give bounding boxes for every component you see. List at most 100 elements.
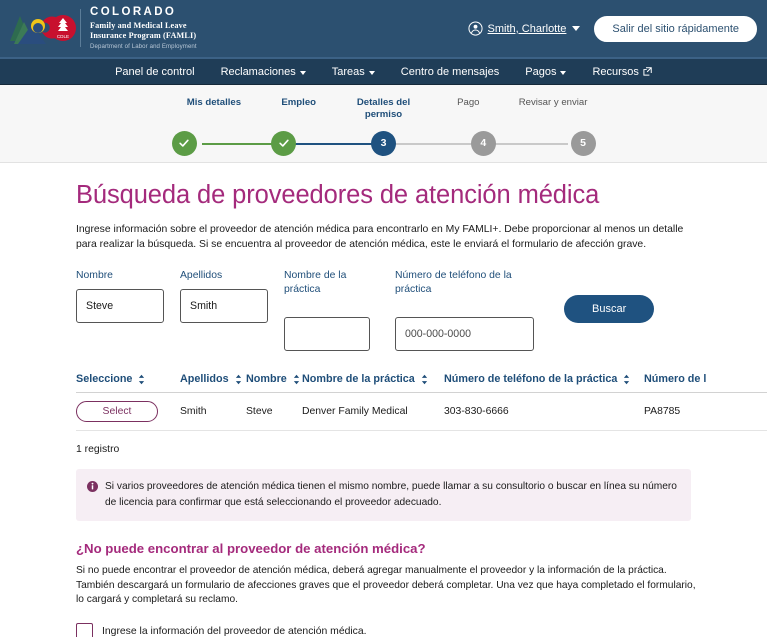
practice-phone-input[interactable] xyxy=(395,317,534,352)
select-provider-button[interactable]: Select xyxy=(76,401,158,423)
page-title: Búsqueda de proveedores de atención médi… xyxy=(76,181,600,209)
user-name-label: Smith, Charlotte xyxy=(487,22,567,35)
main-content: Búsqueda de proveedores de atención médi… xyxy=(0,163,767,637)
cell-practice-name: Denver Family Medical xyxy=(302,392,444,432)
column-label: Nombre xyxy=(246,373,287,386)
nav-item-label: Recursos xyxy=(592,65,639,78)
brand-state-label: COLORADO xyxy=(90,6,177,19)
column-header-practice-phone[interactable]: Número de teléfono de la práctica xyxy=(444,373,644,394)
stepper-dots: 3 4 5 xyxy=(171,130,596,156)
cell-license-number: PA8785 xyxy=(644,392,767,432)
colorado-cdle-logo-icon: CDLE xyxy=(10,15,76,45)
nav-item-message-center[interactable]: Centro de mensajes xyxy=(388,59,512,84)
sort-icon xyxy=(421,374,427,384)
check-icon xyxy=(179,139,189,148)
check-icon xyxy=(279,139,289,148)
header-right: Smith, Charlotte Salir del sitio rápidam… xyxy=(467,15,757,42)
nav-item-label: Tareas xyxy=(331,65,365,78)
table-head: Seleccione Apellidos Nombre Nombre de la… xyxy=(76,373,767,394)
column-label: Nombre de la práctica xyxy=(302,373,415,386)
stepper-dot-3[interactable]: 3 xyxy=(371,130,396,156)
user-menu[interactable]: Smith, Charlotte xyxy=(467,21,581,36)
stepper-dot-1[interactable] xyxy=(171,130,197,156)
stepper-dot-5[interactable]: 5 xyxy=(570,130,596,156)
provider-results-table: Seleccione Apellidos Nombre Nombre de la… xyxy=(76,373,767,432)
practice-phone-label: Número de teléfono de la práctica xyxy=(395,270,512,296)
last-name-input[interactable] xyxy=(180,289,268,324)
column-header-last-name[interactable]: Apellidos xyxy=(180,373,246,394)
first-name-label: Nombre xyxy=(76,270,113,282)
sort-icon xyxy=(624,374,630,384)
brand-divider xyxy=(80,9,81,48)
column-header-license-number[interactable]: Número de l xyxy=(644,373,767,394)
info-alert: Si varios proveedores de atención médica… xyxy=(76,469,691,521)
quick-exit-button[interactable]: Salir del sitio rápidamente xyxy=(594,15,757,42)
nav-item-label: Pagos xyxy=(525,65,557,78)
stepper-label-employment: Empleo xyxy=(281,97,317,108)
practice-phone-field-group: Número de teléfono de la práctica xyxy=(395,269,534,352)
manual-entry-checkbox-row[interactable]: Ingrese la información del proveedor de … xyxy=(76,623,767,637)
intro-paragraph: Ingrese información sobre el proveedor d… xyxy=(76,224,684,251)
nav-item-payments[interactable]: Pagos xyxy=(512,59,579,84)
chevron-down-icon xyxy=(572,26,581,31)
stepper-dot-2[interactable] xyxy=(271,130,297,156)
stepper-label-leave-details: Detalles del permiso xyxy=(356,97,411,120)
brand-program-label: Family and Medical Leave Insurance Progr… xyxy=(90,20,197,40)
practice-name-field-group: Nombre de la práctica xyxy=(284,269,379,352)
nav-item-resources[interactable]: Recursos xyxy=(579,59,664,84)
progress-stepper: Mis detalles Empleo Detalles del permiso… xyxy=(0,85,767,163)
column-label: Número de teléfono de la práctica xyxy=(444,373,618,386)
cell-first-name: Steve xyxy=(246,392,302,432)
first-name-input[interactable] xyxy=(76,289,164,324)
svg-text:CDLE: CDLE xyxy=(57,34,69,39)
table-row: Select Smith Steve Denver Family Medical… xyxy=(76,392,767,432)
table-body: Select Smith Steve Denver Family Medical… xyxy=(76,392,767,432)
stepper-labels: Mis detalles Empleo Detalles del permiso… xyxy=(172,97,596,121)
site-header: CDLE COLORADO Family and Medical Leave I… xyxy=(0,0,767,57)
practice-name-input[interactable] xyxy=(284,317,370,352)
sort-icon xyxy=(293,374,299,384)
nav-item-label: Reclamaciones xyxy=(220,65,296,78)
last-name-label: Apellidos xyxy=(180,270,223,282)
nav-item-tasks[interactable]: Tareas xyxy=(319,59,388,84)
user-circle-icon xyxy=(467,21,483,36)
column-label: Apellidos xyxy=(180,373,229,386)
cell-practice-phone: 303-830-6666 xyxy=(444,392,644,432)
column-label: Número de l xyxy=(644,373,707,386)
info-circle-icon xyxy=(87,481,98,493)
provider-search-form: Nombre Apellidos Nombre de la práctica N… xyxy=(76,269,767,352)
nav-item-claims[interactable]: Reclamaciones xyxy=(208,59,319,84)
column-label: Seleccione xyxy=(76,373,133,386)
brand-text: COLORADO Family and Medical Leave Insura… xyxy=(90,6,197,50)
record-count-label: 1 registro xyxy=(76,444,120,456)
brand-block: CDLE COLORADO Family and Medical Leave I… xyxy=(8,6,197,50)
nav-item-label: Panel de control xyxy=(115,65,195,78)
stepper-dot-4[interactable]: 4 xyxy=(470,130,496,156)
sort-icon xyxy=(235,374,241,384)
practice-name-label: Nombre de la práctica xyxy=(284,270,347,296)
cell-select: Select xyxy=(76,392,180,432)
stepper-label-my-details: Mis detalles xyxy=(186,97,242,108)
search-button[interactable]: Buscar xyxy=(564,295,655,324)
cant-find-body: Si no puede encontrar el proveedor de at… xyxy=(76,564,696,606)
sort-icon xyxy=(139,374,145,384)
cant-find-heading: ¿No puede encontrar al proveedor de aten… xyxy=(76,540,426,556)
chevron-down-icon xyxy=(299,70,306,75)
column-header-first-name[interactable]: Nombre xyxy=(246,373,302,394)
last-name-field-group: Apellidos xyxy=(180,269,268,324)
manual-entry-checkbox-label: Ingrese la información del proveedor de … xyxy=(102,626,367,637)
info-alert-text: Si varios proveedores de atención médica… xyxy=(105,481,677,508)
column-header-practice-name[interactable]: Nombre de la práctica xyxy=(302,373,444,394)
stepper-label-payment: Pago xyxy=(457,97,480,108)
column-header-select[interactable]: Seleccione xyxy=(76,373,180,394)
main-navigation: Panel de control Reclamaciones Tareas Ce… xyxy=(0,57,767,85)
nav-item-label: Centro de mensajes xyxy=(400,65,500,78)
nav-item-dashboard[interactable]: Panel de control xyxy=(102,59,208,84)
cell-last-name: Smith xyxy=(180,392,246,432)
manual-entry-checkbox[interactable] xyxy=(76,623,93,637)
stepper-label-review-submit: Revisar y enviar xyxy=(518,97,588,108)
table-header-row: Seleccione Apellidos Nombre Nombre de la… xyxy=(76,373,767,394)
chevron-down-icon xyxy=(560,70,567,75)
brand-department-label: Department of Labor and Employment xyxy=(90,43,197,51)
external-link-icon xyxy=(643,67,652,76)
